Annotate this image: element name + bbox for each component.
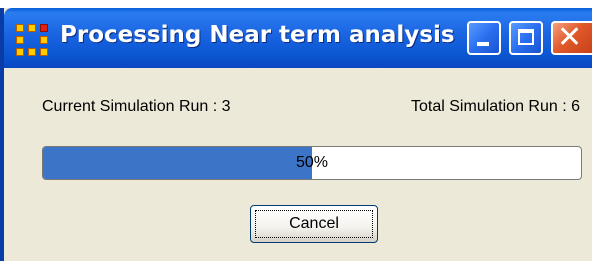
minimize-icon (477, 42, 489, 46)
title-bar[interactable]: Processing Near term analysis ✕ (4, 8, 592, 68)
dialog-window: Processing Near term analysis ✕ Current … (0, 8, 592, 261)
close-button[interactable]: ✕ (551, 21, 592, 55)
close-icon: ✕ (557, 20, 583, 55)
progress-text: 50% (295, 154, 329, 171)
total-run-label: Total Simulation Run : 6 (411, 98, 580, 115)
maximize-icon (518, 29, 534, 45)
cancel-button-label: Cancel (289, 215, 339, 232)
window-title: Processing Near term analysis (60, 22, 455, 48)
current-run-label: Current Simulation Run : 3 (42, 98, 231, 115)
cancel-button[interactable]: Cancel (250, 205, 378, 243)
maximize-button[interactable] (509, 21, 543, 55)
network-nodes-icon (14, 22, 50, 58)
progress-bar: 50% (42, 146, 582, 180)
minimize-button[interactable] (467, 21, 501, 55)
